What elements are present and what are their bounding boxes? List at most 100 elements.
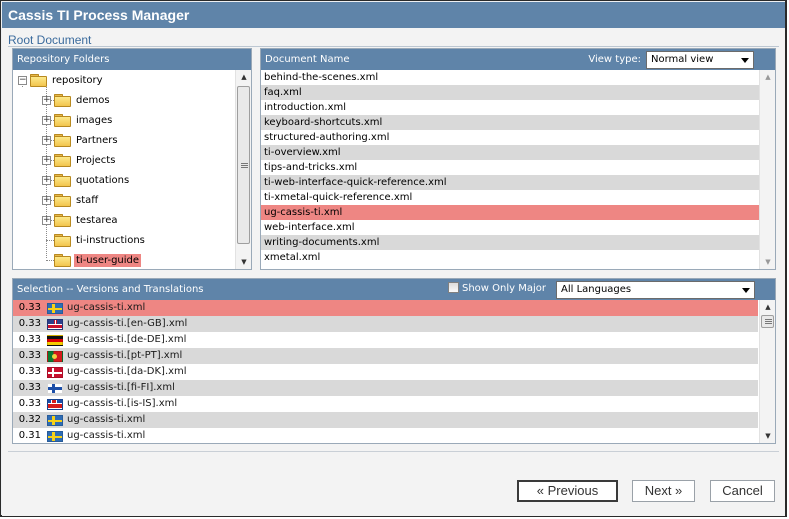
version-row[interactable]: 0.32 ug-cassis-ti.xml (13, 412, 758, 428)
versions-translations-panel: Selection -- Versions and Translations S… (12, 278, 776, 444)
denmark-flag-icon (47, 366, 63, 378)
version-row[interactable]: 0.33 ug-cassis-ti.[fi-FI].xml (13, 380, 758, 396)
portugal-flag-icon (47, 350, 63, 362)
finland-flag-icon (47, 382, 63, 394)
document-list-item[interactable]: ti-web-interface-quick-reference.xml (261, 175, 759, 190)
folder-label: images (76, 114, 113, 126)
documents-scrollbar[interactable]: ▲ ▼ (759, 70, 775, 269)
folder-item-repository[interactable]: − repository (18, 70, 105, 90)
expand-icon[interactable]: + (42, 175, 51, 185)
document-list: behind-the-scenes.xml faq.xml introduction… (261, 70, 759, 269)
chevron-down-icon (741, 58, 749, 63)
germany-flag-icon (47, 334, 63, 346)
document-list-item[interactable]: behind-the-scenes.xml (261, 70, 759, 85)
scroll-down-arrow-icon[interactable]: ▼ (760, 255, 776, 269)
sweden-flag-icon (47, 302, 63, 314)
folder-item[interactable]: + quotations (42, 170, 131, 190)
next-button[interactable]: Next » (632, 480, 695, 502)
folder-icon (54, 214, 71, 227)
version-row[interactable]: 0.31 ug-cassis-ti.xml (13, 428, 758, 443)
breadcrumb[interactable]: Root Document (8, 33, 91, 47)
version-row[interactable]: 0.33 ug-cassis-ti.xml (13, 300, 758, 316)
app-window: Cassis TI Process Manager Root Document … (0, 0, 787, 517)
window-title: Cassis TI Process Manager (2, 2, 785, 28)
expand-icon[interactable]: + (42, 195, 51, 205)
tree-connector (46, 240, 54, 241)
selection-panel-title: Selection -- Versions and Translations (17, 284, 204, 295)
expand-icon[interactable]: + (42, 115, 51, 125)
version-row[interactable]: 0.33 ug-cassis-ti.[is-IS].xml (13, 396, 758, 412)
folder-item[interactable]: + testarea (42, 210, 120, 230)
scroll-up-arrow-icon[interactable]: ▲ (760, 300, 776, 314)
document-name-column-header: Document Name (265, 54, 350, 65)
folder-item[interactable]: + Partners (42, 130, 120, 150)
language-select[interactable]: All Languages (556, 281, 755, 299)
folder-item[interactable]: ti-instructions (54, 230, 147, 250)
scroll-up-arrow-icon[interactable]: ▲ (760, 70, 776, 84)
scroll-up-arrow-icon[interactable]: ▲ (236, 70, 252, 84)
scroll-down-arrow-icon[interactable]: ▼ (236, 255, 252, 269)
document-list-item[interactable]: faq.xml (261, 85, 759, 100)
scroll-thumb[interactable] (237, 86, 250, 244)
versions-scrollbar[interactable]: ▲ ▼ (759, 300, 775, 443)
folder-icon (54, 234, 71, 247)
version-file-name: ug-cassis-ti.[da-DK].xml (67, 366, 187, 377)
document-list-item[interactable]: writing-documents.xml (261, 235, 759, 250)
view-type-label: View type: (588, 54, 641, 65)
folder-icon (54, 174, 71, 187)
document-list-item[interactable]: structured-authoring.xml (261, 130, 759, 145)
folders-scrollbar[interactable]: ▲ ▼ (235, 70, 251, 269)
scroll-thumb[interactable] (761, 315, 774, 328)
expand-icon[interactable]: + (42, 95, 51, 105)
folder-icon (54, 134, 71, 147)
expand-icon[interactable]: + (42, 155, 51, 165)
version-number: 0.33 (18, 302, 41, 313)
breadcrumb-divider (8, 46, 779, 47)
uk-flag-icon (47, 318, 63, 330)
document-list-item[interactable]: introduction.xml (261, 100, 759, 115)
document-list-item[interactable]: keyboard-shortcuts.xml (261, 115, 759, 130)
document-list-item[interactable]: ti-xmetal-quick-reference.xml (261, 190, 759, 205)
scroll-down-arrow-icon[interactable]: ▼ (760, 429, 776, 443)
folder-item[interactable]: + images (42, 110, 114, 130)
folder-tree: − repository + demos + images + Partners + Proj… (13, 70, 235, 269)
folder-open-icon (30, 74, 47, 87)
folder-item[interactable]: + Projects (42, 150, 117, 170)
folder-item[interactable]: + staff (42, 190, 100, 210)
version-file-name: ug-cassis-ti.xml (67, 302, 146, 313)
folder-icon (54, 254, 71, 267)
chevron-down-icon (742, 288, 750, 293)
version-row[interactable]: 0.33 ug-cassis-ti.[en-GB].xml (13, 316, 758, 332)
language-value: All Languages (561, 284, 632, 295)
view-type-value: Normal view (651, 54, 714, 65)
document-list-item[interactable]: ug-cassis-ti.xml (261, 205, 759, 220)
collapse-icon[interactable]: − (18, 75, 27, 85)
show-only-major-checkbox[interactable] (448, 282, 459, 293)
repository-folders-panel: Repository Folders − repository + demos + i… (12, 48, 252, 270)
folder-icon (54, 94, 71, 107)
document-list-item[interactable]: ti-overview.xml (261, 145, 759, 160)
folder-item[interactable]: ti-user-guide (54, 250, 142, 269)
folder-label: demos (76, 94, 110, 106)
version-number: 0.33 (18, 334, 41, 345)
version-row[interactable]: 0.33 ug-cassis-ti.[de-DE].xml (13, 332, 758, 348)
show-only-major-label: Show Only Major (462, 283, 547, 294)
version-row[interactable]: 0.33 ug-cassis-ti.[da-DK].xml (13, 364, 758, 380)
folders-panel-header: Repository Folders (13, 49, 251, 70)
document-list-item[interactable]: tips-and-tricks.xml (261, 160, 759, 175)
document-list-item[interactable]: xmetal.xml (261, 250, 759, 265)
folder-icon (54, 154, 71, 167)
version-number: 0.32 (18, 414, 41, 425)
folder-item[interactable]: + demos (42, 90, 112, 110)
main-content: Root Document Repository Folders − repos… (2, 28, 785, 516)
expand-icon[interactable]: + (42, 215, 51, 225)
version-row[interactable]: 0.33 ug-cassis-ti.[pt-PT].xml (13, 348, 758, 364)
folder-icon (54, 194, 71, 207)
cancel-button[interactable]: Cancel (710, 480, 775, 502)
document-list-item[interactable]: web-interface.xml (261, 220, 759, 235)
expand-icon[interactable]: + (42, 135, 51, 145)
previous-button[interactable]: « Previous (517, 480, 618, 502)
view-type-select[interactable]: Normal view (646, 51, 754, 69)
version-file-name: ug-cassis-ti.[fi-FI].xml (67, 382, 175, 393)
version-number: 0.33 (18, 318, 41, 329)
